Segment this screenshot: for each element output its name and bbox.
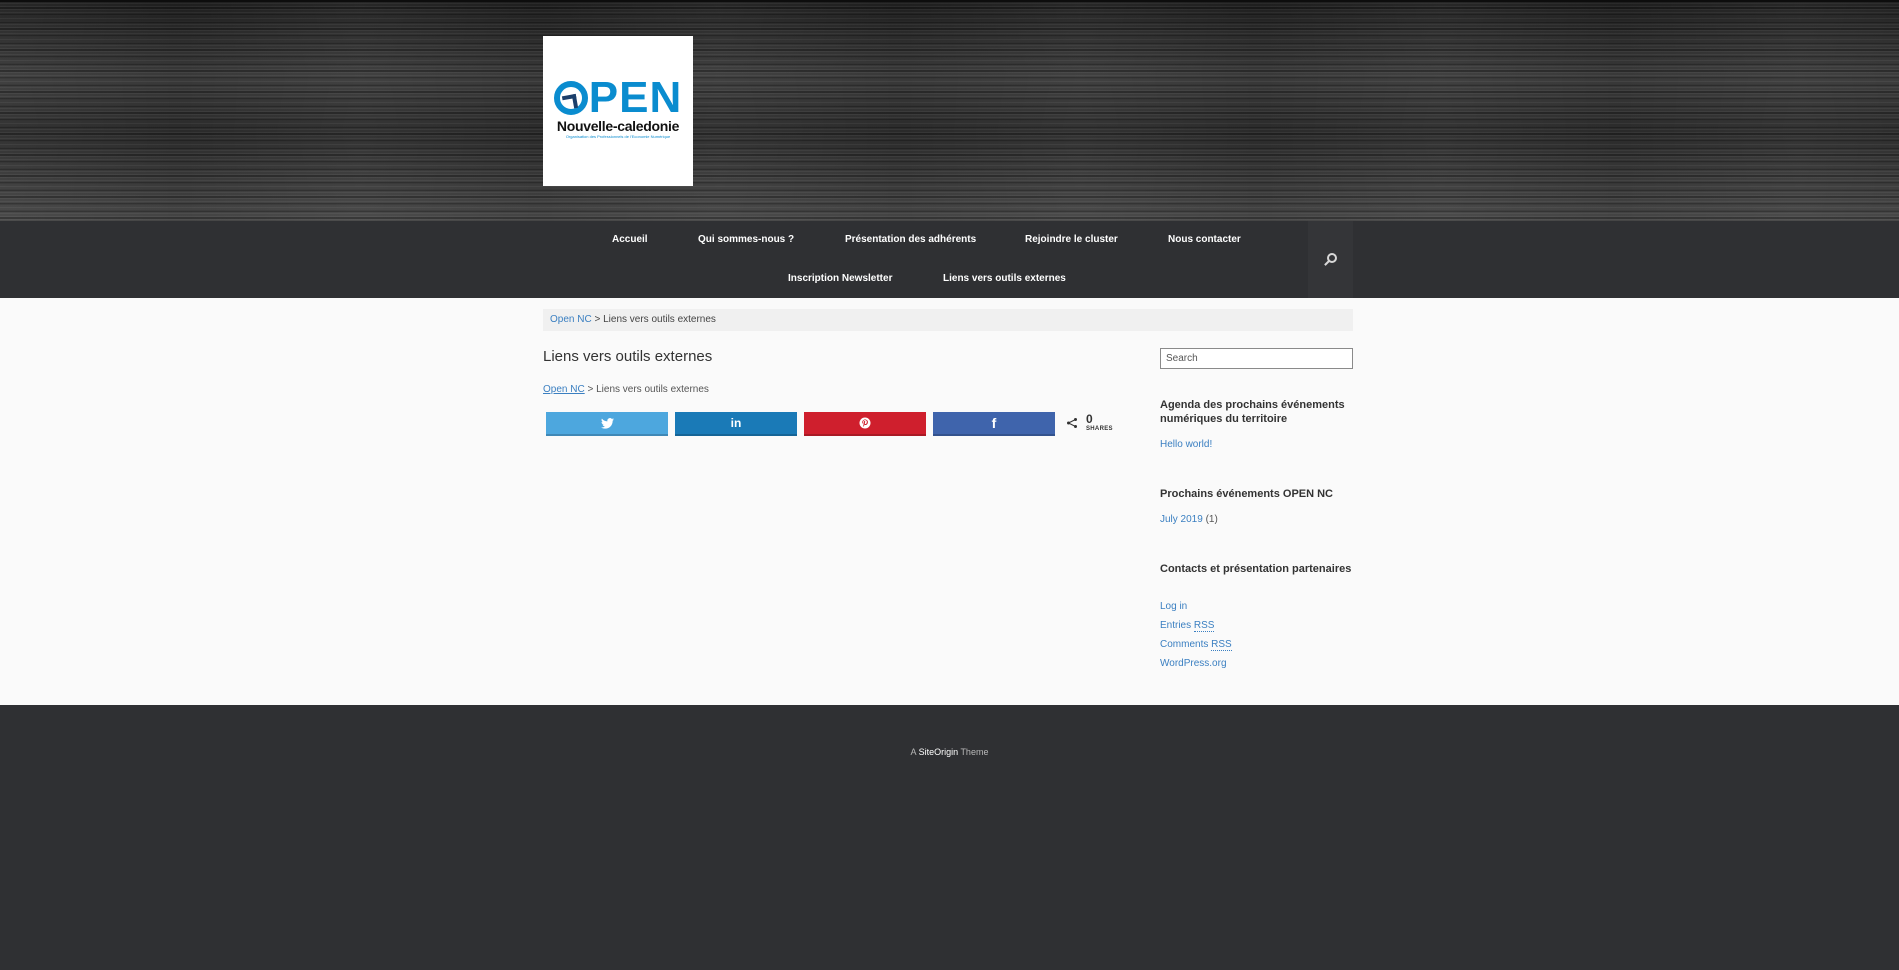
inline-breadcrumb: Open NC > Liens vers outils externes [543,384,709,395]
widget-link-comments-rss[interactable]: Comments RSS [1160,639,1232,651]
nav-item-accueil[interactable]: Accueil [612,234,648,245]
site-footer: A SiteOrigin Theme [0,705,1899,970]
sidebar-search-input[interactable] [1160,348,1353,369]
twitter-icon [600,417,614,429]
header-top-border [0,0,1899,2]
archive-month-count: (1) [1205,514,1218,525]
nav-item-qui-sommes-nous[interactable]: Qui sommes-nous ? [698,234,794,245]
footer-siteorigin-link[interactable]: SiteOrigin [919,747,959,757]
logo-tagline: Organisation des Professionnels de l'Eco… [565,134,671,139]
logo-subtitle: Nouvelle-caledonie [556,118,680,134]
share-linkedin-button[interactable]: in [675,412,797,436]
breadcrumb-separator: > [594,314,601,325]
entries-rss-abbr: RSS [1193,620,1215,632]
share-count-label: SHARES [1086,426,1113,432]
breadcrumb: Open NC > Liens vers outils externes [543,309,1353,331]
widget-title-agenda: Agenda des prochains événements numériqu… [1160,399,1345,425]
logo-word: PEN [588,73,683,122]
page-title: Liens vers outils externes [543,348,713,365]
widget-link-entries-rss[interactable]: Entries RSS [1160,620,1215,632]
comments-rss-label: Comments [1160,639,1209,650]
share-twitter-button[interactable] [546,412,668,436]
widget-link-archive-month[interactable]: July 2019 (1) [1160,514,1218,525]
nav-search-button[interactable] [1308,221,1353,298]
search-icon [1327,253,1337,263]
logo-o-icon [553,81,588,115]
site-header: PEN Nouvelle-caledonie Organisation des … [0,0,1899,221]
footer-credit: A SiteOrigin Theme [0,747,1899,757]
archive-month-label: July 2019 [1160,514,1203,525]
widget-link-hello-world[interactable]: Hello world! [1160,439,1212,450]
nav-item-nous-contacter[interactable]: Nous contacter [1168,234,1241,245]
pinterest-icon [859,417,871,429]
main-navigation: Accueil Qui sommes-nous ? Présentation d… [0,221,1899,298]
site-logo[interactable]: PEN Nouvelle-caledonie Organisation des … [543,36,693,186]
widget-title-prochains-evenements: Prochains événements OPEN NC [1160,488,1334,500]
share-count-value: 0 [1086,412,1093,426]
breadcrumb-home-link[interactable]: Open NC [550,314,592,325]
breadcrumb-current: Liens vers outils externes [603,314,716,325]
nav-item-rejoindre-cluster[interactable]: Rejoindre le cluster [1025,234,1118,245]
inline-breadcrumb-separator: > [587,384,594,395]
widget-link-wordpress-org[interactable]: WordPress.org [1160,658,1227,669]
footer-credit-prefix: A [910,747,917,757]
widget-link-log-in[interactable]: Log in [1160,601,1187,612]
entries-rss-label: Entries [1160,620,1192,631]
inline-breadcrumb-home-link[interactable]: Open NC [543,384,585,395]
nav-item-inscription-newsletter[interactable]: Inscription Newsletter [788,273,892,284]
linkedin-icon: in [730,416,742,430]
share-facebook-button[interactable]: f [933,412,1055,436]
logo-wordmark: PEN [553,73,683,122]
widget-title-contacts: Contacts et présentation partenaires [1160,563,1352,575]
share-pinterest-button[interactable] [804,412,926,436]
footer-credit-suffix: Theme [960,747,989,757]
inline-breadcrumb-current: Liens vers outils externes [596,384,709,395]
share-icon [1067,418,1077,428]
nav-item-liens-outils-externes[interactable]: Liens vers outils externes [943,273,1066,284]
nav-item-presentation-adherents[interactable]: Présentation des adhérents [845,234,976,245]
nav-inner: Accueil Qui sommes-nous ? Présentation d… [543,221,1353,298]
facebook-icon: f [991,415,997,431]
share-counter: 0 SHARES [1066,412,1126,437]
content-area: Open NC > Liens vers outils externes Lie… [0,298,1899,705]
comments-rss-abbr: RSS [1211,639,1232,651]
